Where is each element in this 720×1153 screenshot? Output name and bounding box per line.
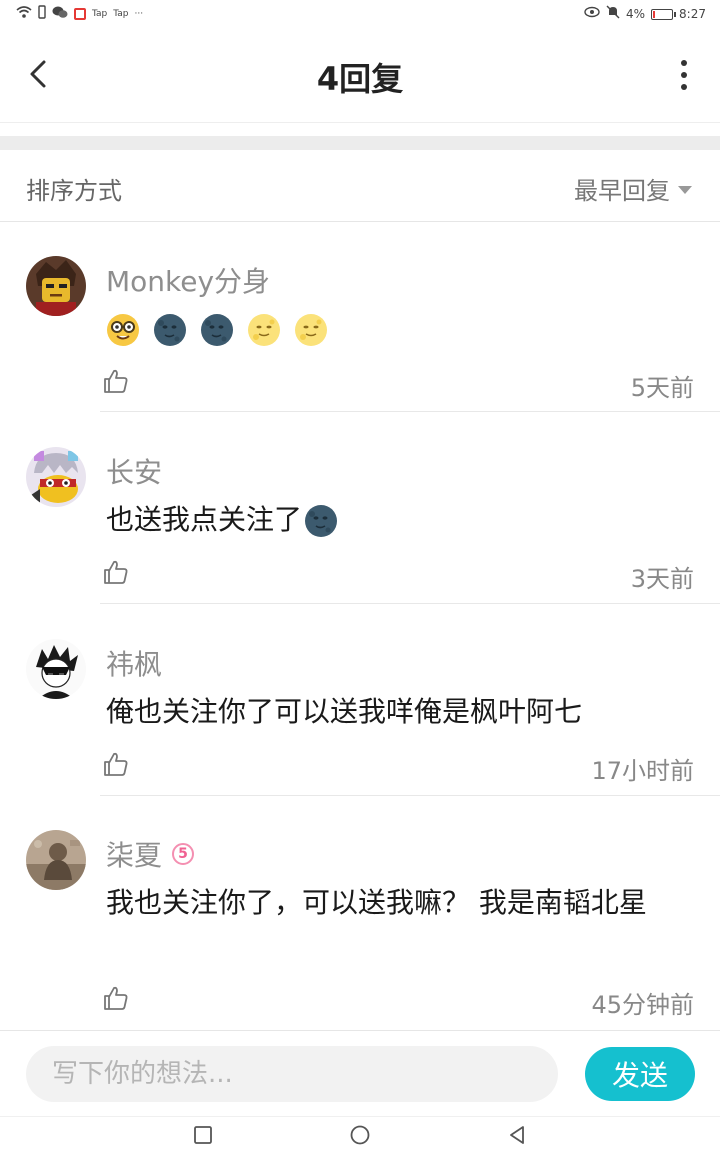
new-moon-face-emoji-icon [305, 505, 338, 537]
page-title: 4回复 [316, 60, 404, 98]
new-moon-face-emoji-icon [153, 314, 186, 346]
thumbs-up-icon[interactable] [103, 751, 129, 777]
thumbs-up-icon[interactable] [103, 368, 129, 394]
avatar[interactable] [26, 447, 86, 507]
full-moon-face-emoji-icon [294, 314, 327, 346]
status-bar: Tap Tap ··· 4% 8:27 [0, 0, 720, 28]
caret-down-icon [678, 186, 692, 194]
system-nav-bar [0, 1116, 720, 1153]
dot [681, 60, 687, 66]
taptap-label-2: Tap [113, 9, 129, 19]
comment-time: 3天前 [630, 565, 694, 593]
status-left: Tap Tap ··· [16, 5, 143, 23]
sort-bar: 排序方式 最早回复 [0, 150, 720, 222]
comment-text: 我也关注你了，可以送我嘛？ 我是南韬北星 [106, 882, 696, 924]
avatar[interactable] [26, 830, 86, 890]
thumbs-up-icon[interactable] [103, 985, 129, 1011]
more-options-button[interactable] [678, 60, 690, 90]
eye-icon [584, 6, 600, 22]
comment-composer: 发送 [0, 1030, 720, 1117]
comment-body: 俺也关注你了可以送我咩俺是枫叶阿七 [106, 695, 583, 728]
sort-label: 排序方式 [26, 177, 122, 205]
wifi-icon [16, 5, 32, 23]
recents-square-icon[interactable] [192, 1124, 214, 1146]
comment-time: 5天前 [630, 374, 694, 402]
send-button[interactable]: 发送 [585, 1047, 695, 1101]
full-moon-face-emoji-icon [247, 314, 280, 346]
comment-author[interactable]: 祎枫 [106, 643, 162, 683]
nerd-face-emoji-icon [107, 314, 139, 346]
clock: 8:27 [679, 7, 706, 21]
author-name: 长安 [106, 456, 163, 489]
comment-text: 俺也关注你了可以送我咩俺是枫叶阿七 [106, 691, 696, 733]
dot [681, 72, 687, 78]
dot [681, 84, 687, 90]
sort-value: 最早回复 [574, 177, 670, 205]
sim-icon [38, 5, 46, 23]
section-separator [0, 136, 720, 150]
comment-text: 也送我点关注了 [106, 499, 696, 541]
comment-author[interactable]: Monkey分身 [106, 260, 270, 300]
comment-author[interactable]: 柒夏 5 [106, 834, 195, 874]
comment-item: 柒夏 5 我也关注你了，可以送我嘛？ 我是南韬北星 45分钟前 [0, 796, 720, 1030]
comment-time: 17小时前 [591, 757, 694, 785]
divider [100, 411, 720, 412]
comment-item: 祎枫 俺也关注你了可以送我咩俺是枫叶阿七 17小时前 [0, 605, 720, 796]
sort-dropdown[interactable]: 最早回复 [574, 171, 692, 206]
top-app-bar: 4回复 [0, 28, 720, 123]
author-name: Monkey分身 [106, 265, 271, 298]
mute-bell-icon [606, 5, 620, 23]
comment-body: 也送我点关注了 [106, 503, 303, 536]
author-name: 柒夏 [106, 839, 163, 872]
comment-item: Monkey分身 5天前 [0, 222, 720, 412]
new-moon-face-emoji-icon [200, 314, 233, 346]
thumbs-up-icon[interactable] [103, 559, 129, 585]
avatar[interactable] [26, 639, 86, 699]
more-notifications: ··· [134, 9, 144, 19]
comment-input[interactable] [26, 1046, 558, 1102]
comment-author[interactable]: 长安 [106, 451, 162, 491]
taptap-label-1: Tap [92, 9, 108, 19]
wechat-icon [52, 5, 68, 23]
home-circle-icon[interactable] [349, 1124, 371, 1146]
divider [100, 603, 720, 604]
author-name: 祎枫 [106, 648, 163, 681]
status-right: 4% 8:27 [584, 5, 706, 23]
back-triangle-icon[interactable] [506, 1124, 528, 1146]
level-badge: 5 [172, 843, 195, 865]
comment-time: 45分钟前 [591, 991, 694, 1019]
comment-body: 我也关注你了，可以送我嘛？ 我是南韬北星 [106, 886, 647, 919]
app-notification-icon [74, 8, 86, 20]
avatar[interactable] [26, 256, 86, 316]
battery-icon [651, 8, 677, 20]
comment-text [106, 308, 696, 350]
battery-percent: 4% [626, 7, 646, 21]
comment-item: 长安 也送我点关注了 3天前 [0, 413, 720, 604]
